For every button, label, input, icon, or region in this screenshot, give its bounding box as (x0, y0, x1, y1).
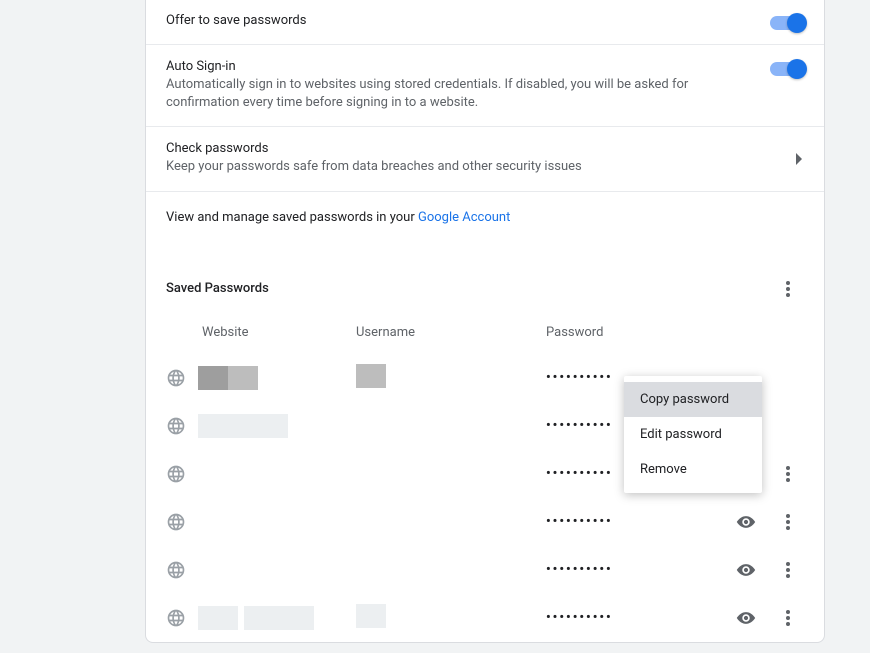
row-more-button[interactable] (778, 512, 798, 532)
setting-title: Check passwords (166, 141, 780, 156)
show-password-button[interactable] (736, 560, 756, 580)
show-password-button[interactable] (736, 608, 756, 628)
manage-passwords-text: View and manage saved passwords in your … (146, 192, 824, 245)
setting-check-passwords[interactable]: Check passwords Keep your passwords safe… (146, 127, 824, 191)
setting-description: Keep your passwords safe from data breac… (166, 158, 780, 176)
setting-title: Offer to save passwords (166, 13, 754, 28)
globe-icon (166, 368, 186, 388)
column-password: Password (546, 325, 696, 340)
website-redacted (198, 606, 314, 630)
username-redacted (356, 604, 386, 628)
setting-description: Automatically sign in to websites using … (166, 76, 754, 112)
section-title: Saved Passwords (166, 281, 269, 296)
username-redacted (356, 364, 386, 388)
toggle-offer-save-passwords[interactable] (770, 16, 804, 30)
password-row: •••••••••• (146, 546, 824, 594)
menu-edit-password[interactable]: Edit password (624, 417, 762, 452)
setting-offer-save-passwords: Offer to save passwords (146, 0, 824, 45)
password-list-header: Website Username Password (146, 315, 824, 354)
website-redacted (198, 414, 288, 438)
show-password-button[interactable] (736, 512, 756, 532)
setting-title: Auto Sign-in (166, 59, 754, 74)
password-context-menu: Copy password Edit password Remove (624, 376, 762, 493)
password-masked: •••••••••• (546, 514, 696, 529)
globe-icon (166, 560, 186, 580)
saved-passwords-header: Saved Passwords (146, 245, 824, 315)
password-row: •••••••••• (146, 594, 824, 642)
settings-card: Offer to save passwords Auto Sign-in Aut… (145, 0, 825, 643)
globe-icon (166, 512, 186, 532)
globe-icon (166, 416, 186, 436)
password-masked: •••••••••• (546, 562, 696, 577)
google-account-link[interactable]: Google Account (418, 210, 510, 225)
menu-remove[interactable]: Remove (624, 452, 762, 487)
website-redacted (198, 366, 258, 390)
row-more-button[interactable] (778, 560, 798, 580)
row-more-button[interactable] (778, 608, 798, 628)
password-masked: •••••••••• (546, 610, 696, 625)
setting-auto-sign-in: Auto Sign-in Automatically sign in to we… (146, 45, 824, 127)
toggle-auto-sign-in[interactable] (770, 62, 804, 76)
column-username: Username (356, 325, 546, 340)
chevron-right-icon (796, 153, 804, 165)
password-row: •••••••••• (146, 498, 824, 546)
section-more-button[interactable] (772, 273, 804, 305)
row-more-button[interactable] (778, 464, 798, 484)
menu-copy-password[interactable]: Copy password (624, 382, 762, 417)
column-website: Website (166, 325, 356, 340)
globe-icon (166, 464, 186, 484)
globe-icon (166, 608, 186, 628)
